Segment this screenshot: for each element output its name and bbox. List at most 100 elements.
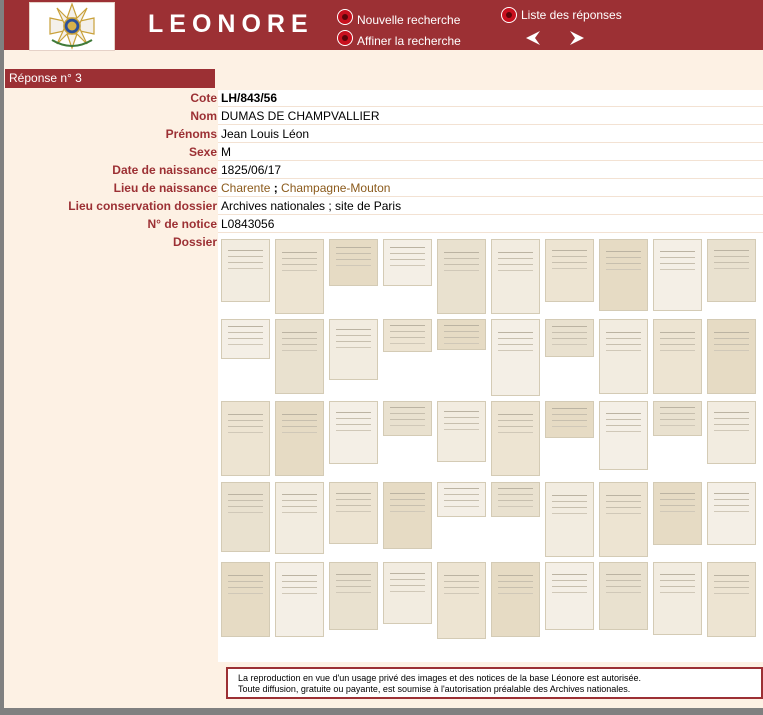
field-value: Archives nationales ; site de Paris <box>221 199 402 213</box>
row-divider <box>218 142 763 143</box>
dossier-page-thumbnail[interactable] <box>383 562 432 624</box>
field-label: Prénoms <box>165 127 217 141</box>
dossier-page-thumbnail[interactable] <box>545 239 594 302</box>
dossier-page-thumbnail[interactable] <box>653 562 702 635</box>
commune-link[interactable]: Champagne-Mouton <box>281 181 390 195</box>
field-value[interactable]: DUMAS DE CHAMPVALLIER <box>221 108 379 125</box>
dossier-page-thumbnail[interactable] <box>275 319 324 394</box>
dossier-page-thumbnail[interactable] <box>329 562 378 630</box>
dossier-page-thumbnail[interactable] <box>437 562 486 639</box>
dossier-page-thumbnail[interactable] <box>491 319 540 396</box>
field-value: M <box>221 145 231 159</box>
dossier-page-thumbnail[interactable] <box>491 482 540 517</box>
results-list-label: Liste des réponses <box>521 8 622 22</box>
field-label: Lieu conservation dossier <box>68 199 217 213</box>
dossier-page-thumbnail[interactable] <box>599 562 648 630</box>
dossier-page-thumbnail[interactable] <box>599 319 648 394</box>
row-divider <box>218 178 763 179</box>
dossier-page-thumbnail[interactable] <box>221 401 270 476</box>
field-row-sexe: Sexe M <box>4 144 763 161</box>
field-label: Cote <box>190 91 217 105</box>
dossier-page-thumbnail[interactable] <box>275 562 324 637</box>
field-label: Date de naissance <box>112 163 217 177</box>
dossier-page-thumbnail[interactable] <box>707 239 756 302</box>
refine-search-button[interactable]: Affiner la recherche <box>337 28 461 48</box>
dossier-page-thumbnail[interactable] <box>599 401 648 470</box>
reproduction-notice: La reproduction en vue d'un usage privé … <box>226 667 763 699</box>
dossier-page-thumbnail[interactable] <box>437 482 486 517</box>
previous-arrow-icon[interactable] <box>524 30 542 46</box>
dossier-page-thumbnail[interactable] <box>491 401 540 476</box>
dossier-page-thumbnail[interactable] <box>653 319 702 394</box>
dossier-page-thumbnail[interactable] <box>275 401 324 476</box>
dossier-page-thumbnail[interactable] <box>545 401 594 438</box>
row-divider <box>218 160 763 161</box>
dossier-page-thumbnail[interactable] <box>599 482 648 557</box>
row-divider <box>218 196 763 197</box>
dossier-page-thumbnail[interactable] <box>329 482 378 544</box>
notice-line-1: La reproduction en vue d'un usage privé … <box>238 673 641 683</box>
value-separator: ; <box>270 181 282 195</box>
field-label: Sexe <box>188 145 217 159</box>
field-row-cote: Cote LH/843/56 <box>4 90 763 107</box>
results-list-button[interactable]: Liste des réponses <box>501 7 622 23</box>
response-heading: Réponse n° 3 <box>5 69 215 88</box>
dossier-page-thumbnail[interactable] <box>545 482 594 557</box>
red-dot-icon <box>337 9 353 25</box>
departement-link[interactable]: Charente <box>221 181 270 195</box>
dossier-page-thumbnail[interactable] <box>491 562 540 637</box>
app-title: LEONORE <box>148 10 314 38</box>
field-label: N° de notice <box>147 217 217 231</box>
dossier-page-thumbnail[interactable] <box>653 239 702 311</box>
field-row-date-naissance: Date de naissance 1825/06/17 <box>4 162 763 179</box>
dossier-page-thumbnail[interactable] <box>599 239 648 311</box>
new-search-button[interactable]: Nouvelle recherche <box>337 7 460 27</box>
dossier-page-thumbnail[interactable] <box>329 319 378 380</box>
field-row-nom: Nom DUMAS DE CHAMPVALLIER <box>4 108 763 125</box>
field-row-notice: N° de notice L0843056 <box>4 216 763 233</box>
dossier-page-thumbnail[interactable] <box>437 319 486 350</box>
dossier-page-thumbnail[interactable] <box>437 239 486 314</box>
dossier-page-thumbnail[interactable] <box>383 482 432 549</box>
dossier-page-thumbnail[interactable] <box>329 401 378 464</box>
red-dot-icon <box>337 30 353 46</box>
row-divider <box>218 214 763 215</box>
dossier-page-thumbnail[interactable] <box>491 239 540 314</box>
field-value: L0843056 <box>221 217 275 231</box>
dossier-page-thumbnail[interactable] <box>221 239 270 302</box>
dossier-page-thumbnail[interactable] <box>221 562 270 637</box>
field-row-lieu-naissance: Lieu de naissance Charente ; Champagne-M… <box>4 180 763 197</box>
dossier-page-thumbnail[interactable] <box>383 239 432 286</box>
row-divider <box>218 106 763 107</box>
dossier-page-thumbnail[interactable] <box>707 401 756 464</box>
new-search-label: Nouvelle recherche <box>357 13 461 27</box>
field-row-lieu-conservation: Lieu conservation dossier Archives natio… <box>4 198 763 215</box>
row-divider <box>218 124 763 125</box>
dossier-page-thumbnail[interactable] <box>707 319 756 394</box>
dossier-page-thumbnail[interactable] <box>383 401 432 436</box>
header-banner: LEONORE Nouvelle recherche Affiner la re… <box>4 0 763 51</box>
refine-search-label: Affiner la recherche <box>357 34 461 48</box>
field-value[interactable]: Jean Louis Léon <box>221 126 309 143</box>
row-divider <box>218 232 763 233</box>
next-arrow-icon[interactable] <box>568 30 586 46</box>
dossier-page-thumbnail[interactable] <box>275 239 324 314</box>
dossier-page-thumbnail[interactable] <box>329 239 378 286</box>
dossier-page-thumbnail[interactable] <box>653 401 702 436</box>
red-dot-icon <box>501 7 517 23</box>
dossier-page-thumbnail[interactable] <box>545 562 594 630</box>
dossier-page-thumbnail[interactable] <box>383 319 432 352</box>
dossier-page-thumbnail[interactable] <box>221 482 270 552</box>
dossier-page-thumbnail[interactable] <box>437 401 486 462</box>
dossier-page-thumbnail[interactable] <box>653 482 702 545</box>
medal-icon <box>49 2 95 50</box>
dossier-page-thumbnail[interactable] <box>707 562 756 637</box>
legion-honneur-logo[interactable] <box>29 2 115 51</box>
field-label: Lieu de naissance <box>113 181 217 195</box>
dossier-page-thumbnail[interactable] <box>221 319 270 359</box>
dossier-page-thumbnail[interactable] <box>275 482 324 554</box>
dossier-page-thumbnail[interactable] <box>545 319 594 357</box>
dossier-page-thumbnail[interactable] <box>707 482 756 545</box>
field-value: 1825/06/17 <box>221 163 282 177</box>
field-value: Charente ; Champagne-Mouton <box>221 180 390 197</box>
